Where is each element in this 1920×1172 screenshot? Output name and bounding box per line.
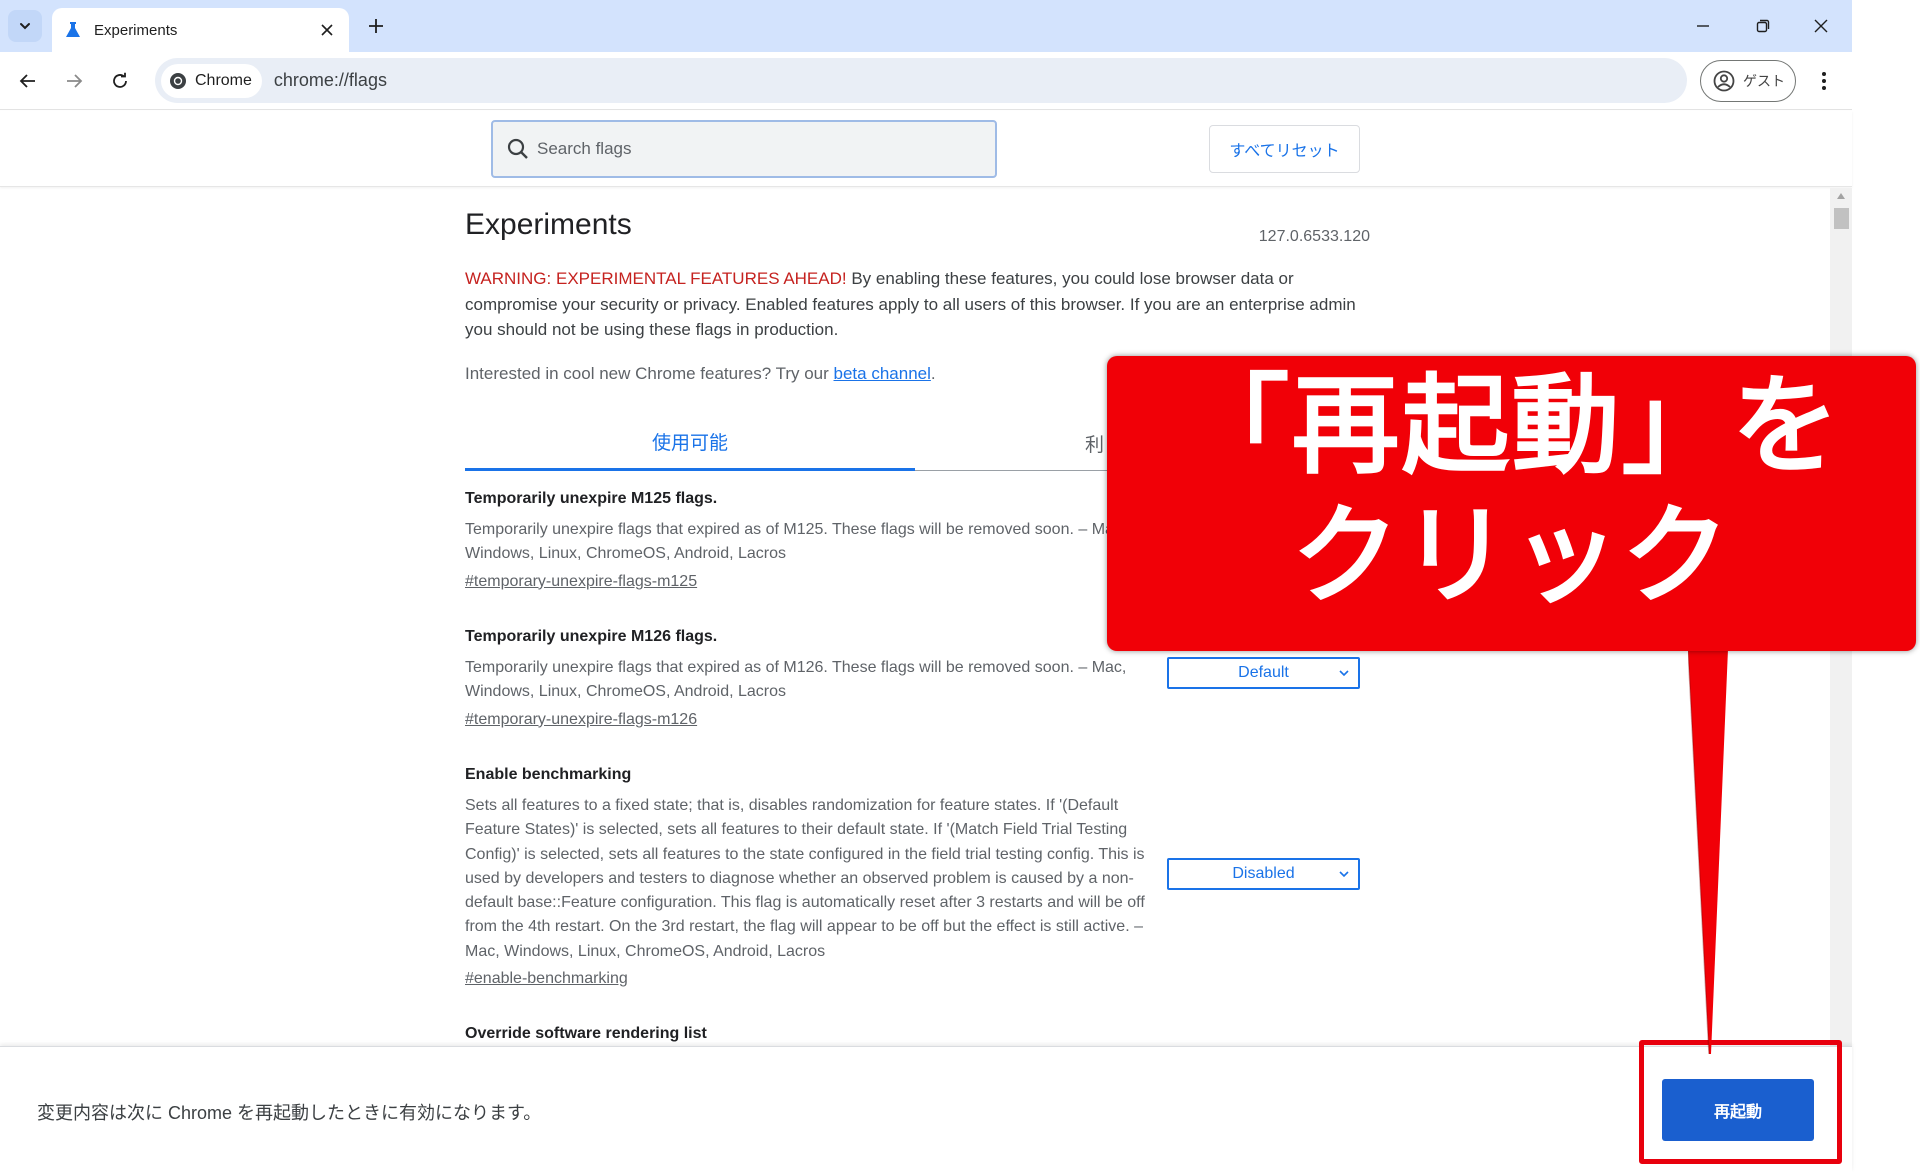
close-window-button[interactable]: [1798, 10, 1844, 42]
chrome-icon: [170, 72, 186, 89]
experiment-description: Temporarily unexpire flags that expired …: [465, 521, 1127, 563]
experiment-benchmarking: Enable benchmarking Sets all features to…: [465, 766, 1370, 988]
tab-available[interactable]: 使用可能: [465, 415, 915, 471]
minimize-icon: [1697, 25, 1709, 27]
profile-label: ゲスト: [1743, 73, 1785, 89]
callout-line-1: 「再起動」を: [1181, 364, 1842, 489]
search-icon: [507, 138, 528, 159]
experiment-description: Temporarily unexpire flags that expired …: [465, 659, 1127, 701]
callout-text: 「再起動」を クリック: [1107, 362, 1916, 622]
chevron-down-icon: [1339, 871, 1349, 878]
restore-button[interactable]: [1740, 10, 1786, 42]
scrollbar-thumb[interactable]: [1834, 208, 1849, 229]
scroll-up-button[interactable]: [1834, 190, 1848, 202]
site-info-chip[interactable]: Chrome: [161, 63, 262, 98]
page-title: Experiments: [465, 208, 632, 241]
plus-icon: [369, 19, 383, 33]
flags-header: すべてリセット: [0, 111, 1852, 187]
experiment-link[interactable]: #enable-benchmarking: [465, 970, 1370, 988]
triangle-up-icon: [1837, 193, 1845, 199]
relaunch-highlight-box: [1639, 1040, 1842, 1164]
relaunch-bar: 変更内容は次に Chrome を再起動したときに有効になります。 再起動: [0, 1046, 1852, 1172]
tab-title: Experiments: [94, 21, 178, 39]
beta-promo-suffix: .: [930, 364, 936, 383]
beta-channel-link[interactable]: beta channel: [834, 364, 931, 383]
arrow-right-icon: [67, 74, 83, 88]
forward-button[interactable]: [58, 65, 90, 97]
chevron-down-icon: [20, 23, 30, 30]
reload-icon: [113, 72, 127, 88]
tab-search-button[interactable]: [8, 10, 42, 42]
omnibox[interactable]: Chrome chrome://flags: [155, 58, 1687, 103]
arrow-left-icon: [19, 74, 35, 88]
toolbar: Chrome chrome://flags ゲスト: [0, 52, 1852, 110]
warning-text: WARNING: EXPERIMENTAL FEATURES AHEAD! By…: [465, 266, 1370, 343]
reload-button[interactable]: [104, 65, 136, 97]
close-tab-icon[interactable]: [317, 20, 337, 40]
experiment-description: Sets all features to a fixed state; that…: [465, 797, 1145, 960]
beta-promo-text: Interested in cool new Chrome features? …: [465, 364, 834, 383]
search-box[interactable]: [491, 120, 997, 178]
experiment-name: Override software rendering list: [465, 1025, 707, 1042]
account-icon: [1713, 70, 1735, 92]
experiment-software-rendering: Override software rendering list: [465, 1025, 1370, 1043]
relaunch-message: 変更内容は次に Chrome を再起動したときに有効になります。: [37, 1103, 542, 1123]
experiment-link[interactable]: #temporary-unexpire-flags-m126: [465, 711, 1370, 729]
flask-icon: [66, 22, 80, 37]
chevron-down-icon: [1339, 670, 1349, 677]
callout-pointer: [1688, 649, 1728, 1054]
minimize-button[interactable]: [1680, 10, 1726, 42]
menu-button[interactable]: [1808, 65, 1840, 97]
close-icon: [1814, 19, 1828, 33]
more-vert-icon: [1822, 72, 1826, 90]
profile-button[interactable]: ゲスト: [1700, 60, 1796, 102]
reset-all-button[interactable]: すべてリセット: [1209, 125, 1360, 173]
title-row: Experiments 127.0.6533.120: [465, 208, 1370, 245]
callout-line-2: クリック: [1291, 494, 1732, 619]
select-value: Disabled: [1232, 865, 1295, 882]
restore-icon: [1756, 19, 1770, 33]
tab-strip: Experiments: [0, 0, 1852, 52]
annotation-callout: 「再起動」を クリック: [1107, 356, 1916, 651]
back-button[interactable]: [12, 65, 44, 97]
tab-experiments[interactable]: Experiments: [52, 8, 349, 52]
chip-label: Chrome: [195, 71, 252, 89]
version-text: 127.0.6533.120: [1258, 228, 1370, 245]
warning-headline: WARNING: EXPERIMENTAL FEATURES AHEAD!: [465, 269, 847, 288]
new-tab-button[interactable]: [362, 12, 390, 40]
beta-promo: Interested in cool new Chrome features? …: [465, 364, 936, 384]
screen: Experiments Chrome chrome://flags ゲスト Se…: [0, 0, 1920, 1172]
search-input[interactable]: [537, 139, 957, 159]
experiment-select[interactable]: Default: [1167, 657, 1360, 689]
select-value: Default: [1238, 664, 1289, 681]
experiment-select[interactable]: Disabled: [1167, 858, 1360, 890]
experiment-name: Enable benchmarking: [465, 766, 632, 783]
url-text[interactable]: chrome://flags: [274, 70, 387, 91]
